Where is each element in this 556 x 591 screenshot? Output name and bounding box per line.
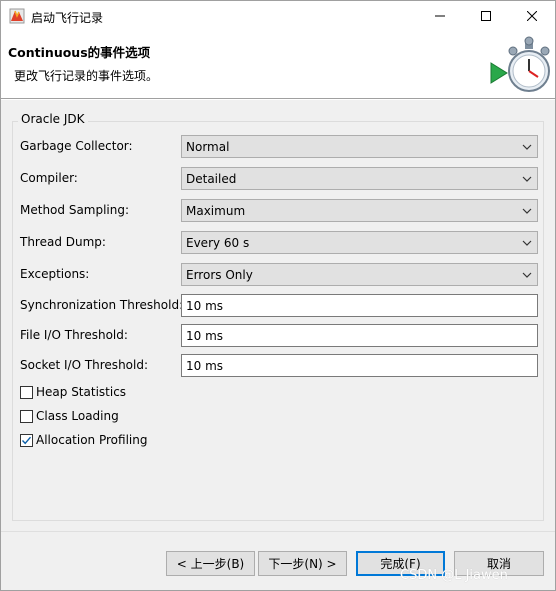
chevron-down-icon (522, 176, 532, 182)
exceptions-label: Exceptions: (20, 267, 90, 281)
thread-dump-label: Thread Dump: (20, 235, 106, 249)
next-button[interactable]: 下一步(N) > (258, 551, 347, 576)
sync-threshold-value: 10 ms (186, 299, 224, 313)
allocation-profiling-checkbox[interactable]: Allocation Profiling (20, 433, 147, 447)
sync-threshold-input[interactable]: 10 ms (181, 294, 538, 317)
close-icon (527, 11, 537, 21)
sync-threshold-label: Synchronization Threshold: (20, 298, 184, 312)
class-loading-label: Class Loading (36, 409, 119, 423)
exceptions-value: Errors Only (186, 268, 253, 282)
file-io-threshold-value: 10 ms (186, 329, 224, 343)
socket-io-threshold-label: Socket I/O Threshold: (20, 358, 149, 372)
close-button[interactable] (509, 1, 555, 31)
heap-statistics-checkbox[interactable]: Heap Statistics (20, 385, 126, 399)
method-sampling-label: Method Sampling: (20, 203, 130, 217)
allocation-profiling-label: Allocation Profiling (36, 433, 148, 447)
socket-io-threshold-value: 10 ms (186, 359, 224, 373)
maximize-icon (481, 11, 491, 21)
checkbox-box[interactable] (20, 433, 33, 447)
thread-dump-value: Every 60 s (186, 236, 250, 250)
compiler-label: Compiler: (20, 171, 78, 185)
chevron-down-icon (522, 144, 532, 150)
window-title: 启动飞行记录 (31, 11, 104, 25)
page-title: Continuous的事件选项 (8, 45, 151, 60)
page-subtitle: 更改飞行记录的事件选项。 (14, 69, 159, 83)
method-sampling-value: Maximum (186, 204, 246, 218)
file-io-threshold-label: File I/O Threshold: (20, 328, 128, 342)
thread-dump-select[interactable]: Every 60 s (181, 231, 538, 254)
wizard-footer: < 上一步(B) 下一步(N) > 完成(F) 取消 CSDN @L Jiawe… (1, 531, 555, 590)
flight-recorder-app-icon (9, 8, 25, 24)
stopwatch-icon (490, 36, 550, 92)
chevron-down-icon (522, 272, 532, 278)
heap-statistics-label: Heap Statistics (36, 385, 127, 399)
method-sampling-select[interactable]: Maximum (181, 199, 538, 222)
socket-io-threshold-input[interactable]: 10 ms (181, 354, 538, 377)
minimize-icon (435, 15, 445, 17)
minimize-button[interactable] (417, 1, 463, 31)
file-io-threshold-input[interactable]: 10 ms (181, 324, 538, 347)
checkbox-box[interactable] (20, 409, 33, 423)
checkbox-box[interactable] (20, 385, 33, 399)
chevron-down-icon (522, 240, 532, 246)
maximize-button[interactable] (463, 1, 509, 31)
compiler-select[interactable]: Detailed (181, 167, 538, 190)
garbage-collector-select[interactable]: Normal (181, 135, 538, 158)
exceptions-select[interactable]: Errors Only (181, 263, 538, 286)
wizard-header: Continuous的事件选项 更改飞行记录的事件选项。 (1, 31, 555, 99)
garbage-collector-label: Garbage Collector: (20, 139, 133, 153)
dialog-window: 启动飞行记录 Continuous的事件选项 更改飞行记录的事件选项。 Orac… (0, 0, 556, 591)
class-loading-checkbox[interactable]: Class Loading (20, 409, 119, 423)
compiler-value: Detailed (186, 172, 237, 186)
watermark: CSDN @L Jiawen (400, 568, 508, 583)
garbage-collector-value: Normal (186, 140, 230, 154)
group-label: Oracle JDK (18, 112, 88, 126)
title-bar: 启动飞行记录 (1, 1, 555, 31)
back-button[interactable]: < 上一步(B) (166, 551, 255, 576)
checkmark-icon (21, 436, 32, 444)
chevron-down-icon (522, 208, 532, 214)
wizard-content: Oracle JDK Garbage Collector: Normal Com… (1, 100, 555, 531)
